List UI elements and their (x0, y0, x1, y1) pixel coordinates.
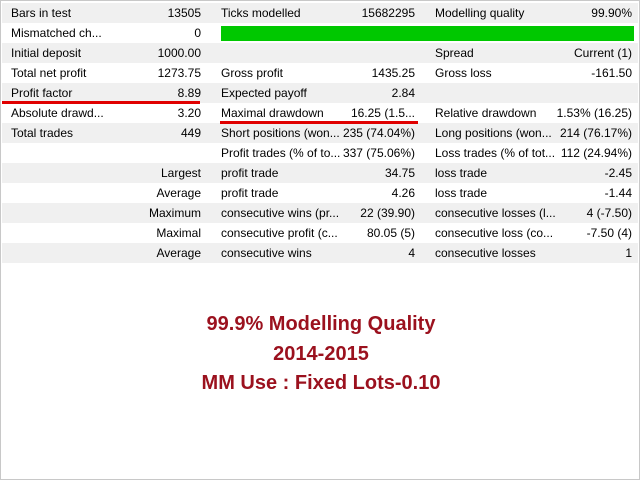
maximal-drawdown-highlight (220, 121, 418, 124)
value-average-profit-trade: 4.26 (391, 186, 415, 200)
row-total-net-profit: Total net profit 1273.75 Gross profit 14… (2, 63, 638, 83)
value-avg-consecutive-losses: 1 (625, 246, 632, 260)
value-total-trades: 449 (180, 126, 201, 140)
row-maximal: Maximal consecutive profit (c... 80.05 (… (2, 223, 638, 243)
row-bars-in-test: Bars in test 13505 Ticks modelled 156822… (2, 3, 638, 23)
value-mismatched: 0 (194, 26, 201, 40)
label-maximum: Maximum (148, 206, 201, 220)
overlay-money-management-text: MM Use : Fixed Lots-0.10 (201, 372, 441, 394)
value-expected-payoff: 2.84 (391, 86, 415, 100)
profit-factor-highlight (2, 101, 200, 104)
value-short-positions: 235 (74.04%) (342, 126, 415, 140)
value-bars-in-test: 13505 (167, 6, 201, 20)
label-largest: Largest (160, 166, 201, 180)
value-maximal-drawdown: 16.25 (1.5... (350, 106, 415, 120)
label-mismatched: Mismatched ch... (11, 26, 102, 40)
value-profit-trades: 337 (75.06%) (342, 146, 415, 160)
label-initial-deposit: Initial deposit (11, 46, 82, 60)
label-total-trades: Total trades (11, 126, 74, 140)
value-average-loss-trade: -1.44 (604, 186, 632, 200)
row-drawdown: Absolute drawd... 3.20 Maximal drawdown … (2, 103, 638, 123)
label-total-net-profit: Total net profit (11, 66, 87, 80)
overlay-modelling-quality-text: 99.9% Modelling Quality (206, 313, 436, 335)
row-average-consecutive: Average consecutive wins 4 consecutive l… (2, 243, 638, 263)
label-average: Average (156, 186, 201, 200)
value-max-consecutive-losses: 4 (-7.50) (586, 206, 632, 220)
label-bars-in-test: Bars in test (11, 6, 72, 20)
row-maximum: Maximum consecutive wins (pr... 22 (39.9… (2, 203, 638, 223)
overlay-date-range-text: 2014-2015 (273, 343, 369, 365)
row-initial-deposit: Initial deposit 1000.00 Spread Current (… (2, 43, 638, 63)
value-avg-consecutive-wins: 4 (408, 246, 415, 260)
value-largest-loss-trade: -2.45 (604, 166, 632, 180)
row-total-trades: Total trades 449 Short positions (won...… (2, 123, 638, 143)
label-maximal: Maximal (156, 226, 201, 240)
label-average-consecutive: Average (156, 246, 201, 260)
modelling-quality-bar (221, 26, 634, 41)
row-largest: Largest profit trade 34.75 loss trade -2… (2, 163, 638, 183)
label-profit-factor: Profit factor (11, 86, 73, 100)
value-initial-deposit: 1000.00 (157, 46, 201, 60)
value-total-net-profit: 1273.75 (157, 66, 201, 80)
value-consecutive-loss: -7.50 (4) (586, 226, 632, 240)
value-gross-profit: 1435.25 (371, 66, 415, 80)
row-mismatched: Mismatched ch... 0 (2, 23, 638, 43)
value-relative-drawdown: 1.53% (16.25) (556, 106, 632, 120)
value-max-consecutive-wins: 22 (39.90) (360, 206, 415, 220)
value-largest-profit-trade: 34.75 (384, 166, 415, 180)
report-table: Bars in test 13505 Ticks modelled 156822… (0, 0, 640, 480)
value-ticks-modelled: 15682295 (361, 6, 415, 20)
value-spread: Current (1) (573, 46, 632, 60)
value-absolute-drawdown: 3.20 (177, 106, 201, 120)
row-profit-factor: Profit factor 8.89 Expected payoff 2.84 (2, 83, 638, 103)
value-profit-factor: 8.89 (177, 86, 201, 100)
value-modelling-quality: 99.90% (591, 6, 632, 20)
row-average: Average profit trade 4.26 loss trade -1.… (2, 183, 638, 203)
value-loss-trades: 112 (24.94%) (560, 146, 632, 160)
row-profit-loss-trades: Profit trades (% of to... 337 (75.06%) L… (2, 143, 638, 163)
value-consecutive-profit: 80.05 (5) (366, 226, 415, 240)
value-gross-loss: -161.50 (591, 66, 632, 80)
value-long-positions: 214 (76.17%) (559, 126, 632, 140)
label-absolute-drawdown: Absolute drawd... (11, 106, 104, 120)
